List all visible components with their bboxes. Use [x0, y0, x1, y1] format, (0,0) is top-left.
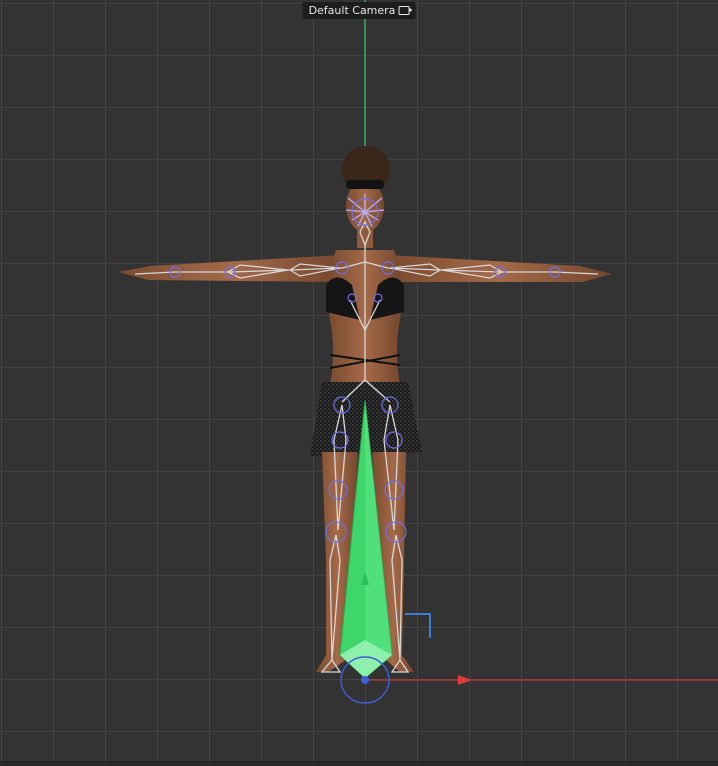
viewport-bottom-edge	[0, 761, 718, 766]
camera-selector[interactable]: Default Camera	[302, 2, 416, 19]
camera-icon	[398, 6, 413, 15]
scene-canvas[interactable]	[0, 0, 718, 766]
left-arm	[118, 255, 342, 282]
camera-name: Default Camera	[308, 4, 396, 17]
3d-viewport[interactable]: Default Camera	[0, 0, 718, 766]
headband	[346, 180, 384, 189]
pivot-point[interactable]	[361, 676, 369, 684]
x-axis-arrow-icon[interactable]	[458, 675, 472, 685]
plane-handle-icon[interactable]	[405, 613, 431, 638]
right-arm	[388, 255, 612, 282]
